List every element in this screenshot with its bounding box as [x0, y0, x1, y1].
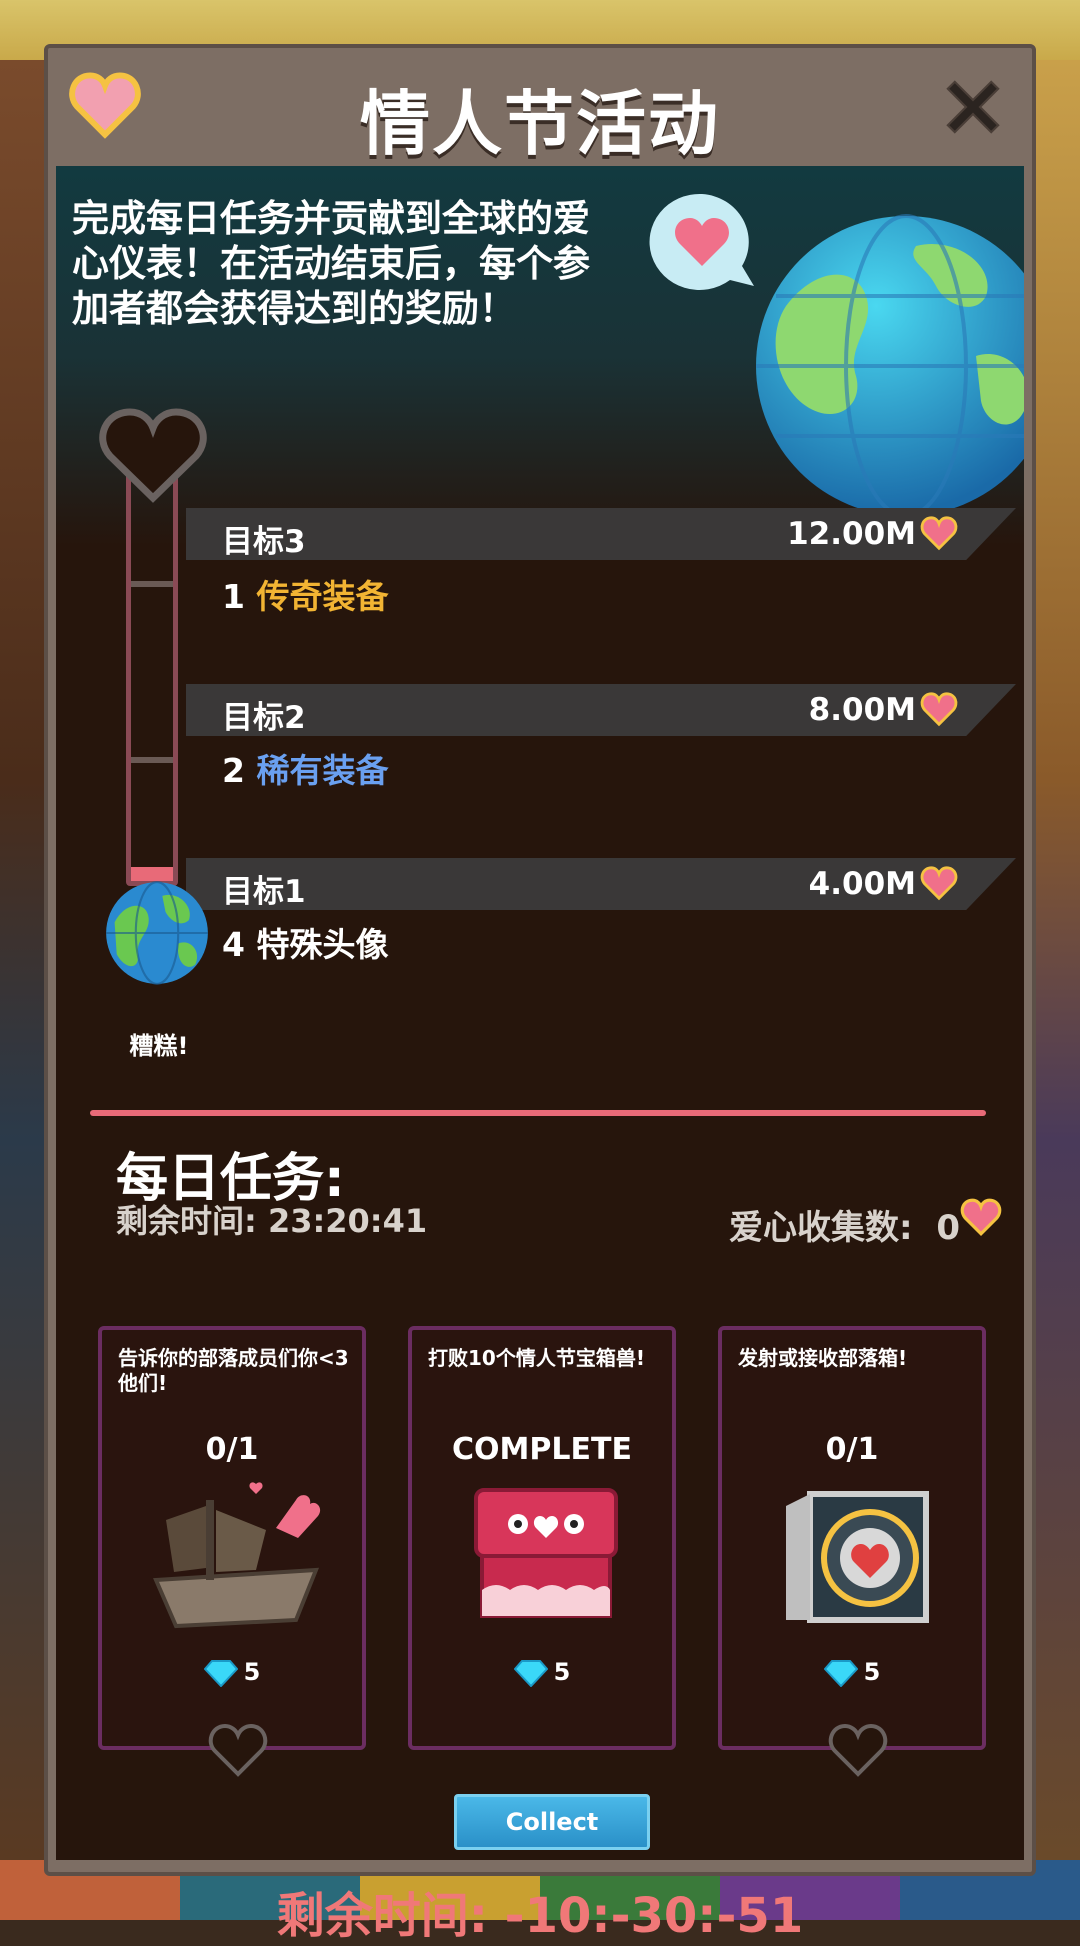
goal-reward-2: 2 稀有装备 [222, 744, 388, 792]
daily-time-left: 剩余时间: 23:20:41 [116, 1202, 428, 1240]
dialog-title: 情人节活动 [360, 83, 720, 165]
meter-status-label: 糟糕! [129, 1032, 189, 1060]
task-description: 告诉你的部落成员们你<3他们! [118, 1346, 349, 1395]
background-left [0, 60, 48, 1860]
task-reward: 5 [102, 1658, 362, 1688]
goal-value: 12.00M [787, 516, 916, 552]
close-icon[interactable] [938, 72, 1008, 142]
heart-icon [920, 866, 958, 901]
collect-button[interactable]: Collect [454, 1794, 650, 1850]
small-globe-icon [106, 881, 208, 985]
task-progress: 0/1 [205, 1432, 259, 1467]
goal-name: 目标2 [222, 700, 306, 736]
task-reward: 5 [722, 1658, 982, 1688]
reward-name: 传奇装备 [256, 577, 389, 616]
reward-amount: 5 [243, 1658, 261, 1686]
goal-value: 8.00M [808, 692, 916, 728]
task-description: 发射或接收部落箱! [738, 1346, 908, 1370]
goal-bar-3: 目标3 12.00M [186, 508, 1016, 560]
task-progress: COMPLETE [452, 1432, 632, 1467]
goal-bar-2: 目标2 8.00M [186, 684, 1016, 736]
speech-bubble-heart-icon [649, 193, 754, 290]
reward-amount: 5 [863, 1658, 881, 1686]
event-time-left: 剩余时间: -10:-30:-51 [276, 1888, 804, 1944]
heart-outline-icon [99, 408, 207, 503]
heart-icon [920, 692, 958, 727]
hearts-collected-value: 0 [936, 1208, 960, 1248]
meter-fill [131, 867, 173, 881]
reward-count: 1 [222, 577, 245, 616]
goal-reward-3: 1 传奇装备 [222, 570, 388, 618]
task-card[interactable]: 告诉你的部落成员们你<3他们! 0/1 5 [98, 1326, 366, 1777]
heart-outline-icon [828, 1723, 888, 1777]
reward-amount: 5 [553, 1658, 571, 1686]
intro-text: 完成每日任务并贡献到全球的爱心仪表！在活动结束后，每个参加者都会获得达到的奖励！ [72, 197, 590, 330]
task-card[interactable]: 打败10个情人节宝箱兽! COMPLETE 5 [408, 1326, 676, 1750]
gem-icon [513, 1660, 548, 1688]
reward-name: 稀有装备 [256, 751, 389, 790]
mimic-chest-icon [474, 1488, 618, 1618]
gem-icon [203, 1660, 238, 1688]
meter-divider [131, 757, 173, 763]
goal-bar-1: 目标1 4.00M [186, 858, 1016, 910]
reward-name: 特殊头像 [256, 925, 389, 964]
task-card[interactable]: 发射或接收部落箱! 0/1 5 [718, 1326, 986, 1777]
clan-crate-icon [786, 1491, 929, 1623]
heart-icon [960, 1198, 1002, 1237]
reward-count: 4 [222, 925, 245, 964]
background-right [1032, 60, 1080, 1860]
event-dialog: 情人节活动 完成每日任务并贡献到全球的爱心仪表！在活动结束后，每个参加者都会获得… [44, 44, 1036, 1944]
goal-value: 4.00M [808, 866, 916, 902]
meter-divider [131, 581, 173, 587]
heart-outline-icon [208, 1723, 268, 1777]
task-progress: 0/1 [825, 1432, 879, 1467]
globe-icon [756, 214, 1024, 518]
reward-count: 2 [222, 751, 245, 790]
goal-name: 目标1 [222, 874, 306, 910]
goal-name: 目标3 [222, 524, 306, 560]
pirate-ship-icon [153, 1482, 321, 1629]
goal-reward-1: 4 特殊头像 [222, 918, 388, 966]
task-reward: 5 [412, 1658, 672, 1688]
dialog-body: 完成每日任务并贡献到全球的爱心仪表！在活动结束后，每个参加者都会获得达到的奖励！ [56, 166, 1024, 1944]
gem-icon [823, 1660, 858, 1688]
task-description: 打败10个情人节宝箱兽! [428, 1346, 645, 1370]
hearts-collected-label: 爱心收集数: [729, 1208, 913, 1248]
hearts-collected: 爱心收集数: 0 [729, 1200, 960, 1249]
heart-icon [920, 516, 958, 551]
section-divider [90, 1110, 986, 1116]
